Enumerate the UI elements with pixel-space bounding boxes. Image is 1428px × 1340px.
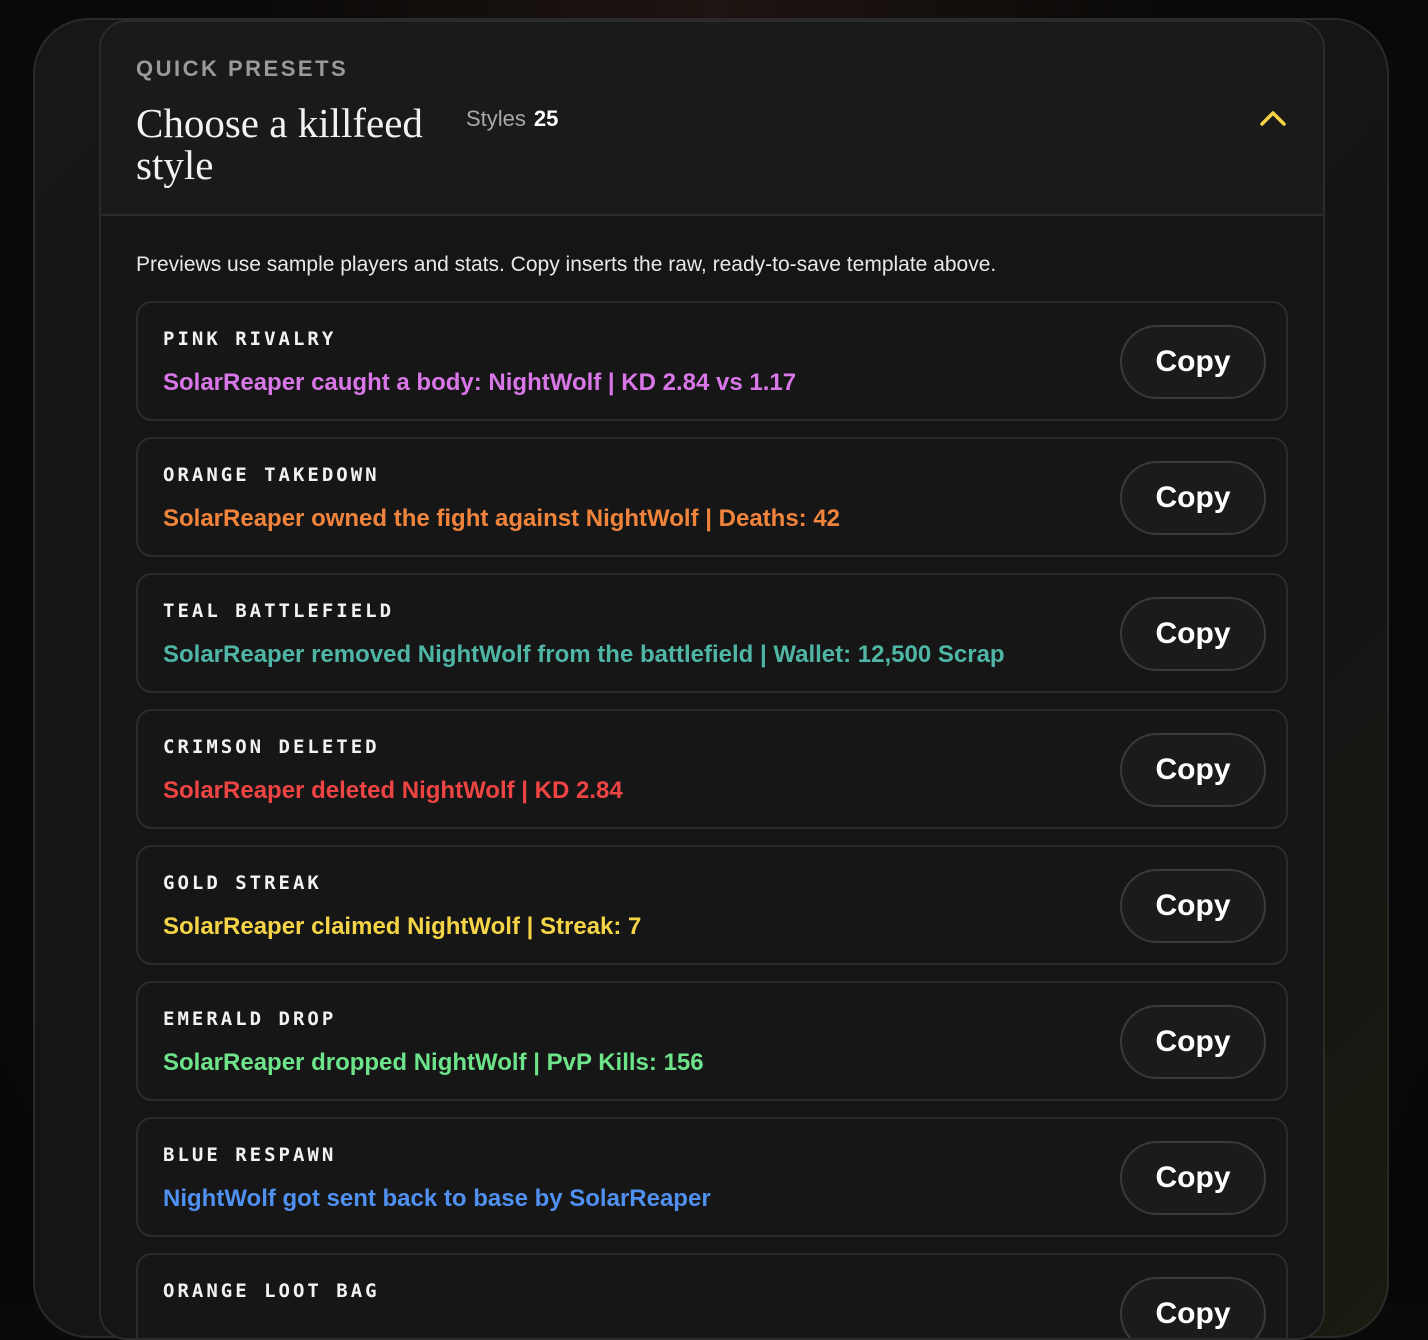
preset-card: PINK RIVALRY SolarReaper caught a body: …	[136, 301, 1288, 421]
panel-header: QUICK PRESETS Choose a killfeed style St…	[101, 22, 1323, 216]
panel-body: Previews use sample players and stats. C…	[101, 216, 1323, 1338]
preset-name: TEAL BATTLEFIELD	[163, 600, 395, 622]
preset-preview: SolarReaper removed NightWolf from the b…	[163, 641, 1005, 668]
preset-name: BLUE RESPAWN	[163, 1144, 337, 1166]
section-eyebrow: QUICK PRESETS	[136, 56, 349, 81]
preset-name: EMERALD DROP	[163, 1008, 337, 1030]
preset-card: GOLD STREAK SolarReaper claimed NightWol…	[136, 845, 1288, 965]
preset-name: ORANGE LOOT BAG	[163, 1280, 380, 1302]
preset-name: GOLD STREAK	[163, 872, 322, 894]
preset-preview: SolarReaper caught a body: NightWolf | K…	[163, 369, 797, 396]
copy-button[interactable]: Copy	[1120, 597, 1266, 671]
preset-name: CRIMSON DELETED	[163, 736, 380, 758]
collapse-button[interactable]	[1251, 98, 1295, 138]
preset-preview: SolarReaper claimed NightWolf | Streak: …	[163, 913, 642, 940]
panel-title: Choose a killfeed style	[136, 100, 423, 188]
copy-button[interactable]: Copy	[1120, 1277, 1266, 1338]
quick-presets-panel: QUICK PRESETS Choose a killfeed style St…	[99, 20, 1325, 1340]
preset-card: TEAL BATTLEFIELD SolarReaper removed Nig…	[136, 573, 1288, 693]
preset-preview: NightWolf got sent back to base by Solar…	[163, 1185, 711, 1212]
copy-button[interactable]: Copy	[1120, 1005, 1266, 1079]
preset-list: PINK RIVALRY SolarReaper caught a body: …	[136, 301, 1288, 1338]
preset-preview: SolarReaper deleted NightWolf | KD 2.84	[163, 777, 623, 804]
styles-label: Styles	[466, 106, 526, 131]
preset-name: PINK RIVALRY	[163, 328, 337, 350]
copy-button[interactable]: Copy	[1120, 325, 1266, 399]
preset-card: BLUE RESPAWN NightWolf got sent back to …	[136, 1117, 1288, 1237]
chevron-up-icon	[1260, 111, 1286, 126]
preset-preview: SolarReaper dropped NightWolf | PvP Kill…	[163, 1049, 704, 1076]
copy-button[interactable]: Copy	[1120, 733, 1266, 807]
preset-card: ORANGE LOOT BAG Copy	[136, 1253, 1288, 1338]
copy-button[interactable]: Copy	[1120, 461, 1266, 535]
intro-text: Previews use sample players and stats. C…	[136, 253, 997, 276]
copy-button[interactable]: Copy	[1120, 869, 1266, 943]
copy-button[interactable]: Copy	[1120, 1141, 1266, 1215]
styles-count-meta: Styles 25	[466, 106, 558, 132]
preset-card: EMERALD DROP SolarReaper dropped NightWo…	[136, 981, 1288, 1101]
styles-count: 25	[533, 106, 559, 131]
preset-card: ORANGE TAKEDOWN SolarReaper owned the fi…	[136, 437, 1288, 557]
preset-name: ORANGE TAKEDOWN	[163, 464, 380, 486]
preset-preview: SolarReaper owned the fight against Nigh…	[163, 505, 841, 532]
preset-card: CRIMSON DELETED SolarReaper deleted Nigh…	[136, 709, 1288, 829]
